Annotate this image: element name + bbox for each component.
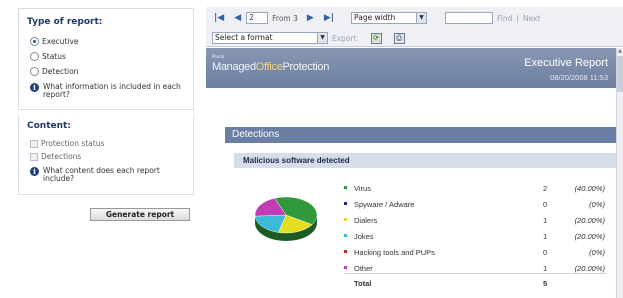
content-help-text[interactable]: What content does each report include?: [43, 167, 170, 183]
radio-button-icon[interactable]: [30, 67, 39, 76]
section-title-detections: Detections: [225, 127, 616, 143]
chevron-down-icon[interactable]: ▼: [317, 33, 327, 43]
export-link[interactable]: Export: [332, 34, 357, 43]
radio-executive-label: Executive: [42, 37, 79, 46]
page-number-input[interactable]: 2: [246, 12, 269, 24]
legend-swatch: [344, 250, 347, 253]
checkbox-icon[interactable]: [30, 139, 38, 148]
legend-count: 1: [543, 264, 548, 273]
legend-label: Jokes: [354, 232, 374, 241]
legend-swatch: [344, 234, 347, 237]
radio-executive[interactable]: Executive: [30, 37, 79, 46]
legend-percent: (0%): [589, 248, 605, 257]
legend-row: Hacking tools and PUPs 0 (0%): [344, 247, 616, 259]
detections-pie-chart: [254, 196, 318, 241]
report-page: Panda ManagedOfficeProtection Executive …: [206, 48, 616, 298]
checkbox-icon[interactable]: [30, 152, 38, 161]
radio-detection-label: Detection: [42, 67, 79, 76]
legend-row: Dialers 1 (20.00%): [344, 215, 616, 227]
total-count: 5: [543, 279, 548, 288]
next-page-icon[interactable]: ▶: [307, 13, 314, 23]
legend-row: Virus 2 (40.00%): [344, 183, 616, 195]
total-label: Total: [354, 279, 372, 288]
find-separator: |: [516, 13, 519, 23]
zoom-select-value: Page width: [354, 13, 396, 22]
zoom-select[interactable]: Page width ▼: [351, 12, 428, 24]
previous-page-icon[interactable]: ◀: [234, 13, 241, 23]
report-viewer: |◀ ◀ 2 From 3 ▶ ▶| Page width ▼ Find | N…: [206, 7, 623, 298]
find-input[interactable]: [445, 12, 494, 24]
find-link[interactable]: Find: [497, 14, 512, 23]
radio-detection[interactable]: Detection: [30, 67, 78, 76]
legend-count: 2: [543, 184, 548, 193]
checkbox-detections-label: Detections: [41, 152, 82, 161]
report-type-heading: Type of report:: [27, 17, 103, 27]
legend-percent: (40.00%): [574, 184, 605, 193]
legend-label: Other: [354, 264, 373, 273]
print-icon[interactable]: ⎙: [393, 32, 405, 44]
radio-button-icon[interactable]: [30, 37, 39, 46]
legend-label: Dialers: [354, 216, 378, 225]
legend-row: Jokes 1 (20.00%): [344, 231, 616, 243]
legend-percent: (20.00%): [574, 232, 605, 241]
checkbox-protection-status[interactable]: Protection status: [30, 139, 104, 148]
legend-percent: (20.00%): [574, 264, 605, 273]
report-scrollbar[interactable]: ▲: [616, 48, 623, 298]
legend-percent: (20.00%): [574, 216, 605, 225]
report-title: Executive Report: [524, 57, 608, 69]
legend-swatch: [344, 266, 347, 269]
scrollbar-thumb[interactable]: [617, 56, 623, 92]
generate-report-button[interactable]: Generate report: [90, 208, 190, 221]
export-format-value: Select a format: [215, 33, 273, 42]
report-type-help-link[interactable]: i What information is included in each r…: [30, 83, 190, 99]
legend-row: Spyware / Adware 0 (0%): [344, 199, 616, 211]
legend-label: Hacking tools and PUPs: [354, 248, 435, 257]
checkbox-protection-status-label: Protection status: [41, 139, 105, 148]
legend-percent: (0%): [589, 200, 605, 209]
legend-count: 0: [543, 248, 548, 257]
subsection-title-malicious-software: Malicious software detected: [234, 153, 616, 168]
refresh-icon[interactable]: ⟳: [370, 32, 382, 44]
legend-label: Virus: [354, 184, 371, 193]
chevron-down-icon[interactable]: ▼: [416, 13, 427, 23]
report-type-help-text[interactable]: What information is included in each rep…: [43, 83, 190, 99]
logo-part-managed: Managed: [212, 61, 256, 73]
legend-swatch: [344, 202, 347, 205]
viewer-toolbar: |◀ ◀ 2 From 3 ▶ ▶| Page width ▼ Find | N…: [206, 7, 623, 47]
legend-count: 0: [543, 200, 548, 209]
first-page-icon[interactable]: |◀: [214, 13, 224, 23]
radio-button-icon[interactable]: [30, 52, 39, 61]
legend-label: Spyware / Adware: [354, 200, 415, 209]
scroll-up-icon[interactable]: ▲: [617, 48, 623, 55]
report-banner: Panda ManagedOfficeProtection Executive …: [206, 48, 616, 88]
export-format-select[interactable]: Select a format ▼: [212, 32, 328, 44]
brand-logo-small: Panda: [212, 54, 225, 59]
info-icon: i: [30, 167, 39, 176]
logo-part-protection: Protection: [282, 61, 330, 73]
checkbox-detections[interactable]: Detections: [30, 152, 81, 161]
content-help-link[interactable]: i What content does each report include?: [30, 167, 170, 183]
find-next-link[interactable]: Next: [523, 14, 540, 23]
radio-status-label: Status: [42, 52, 66, 61]
total-divider: [344, 273, 606, 274]
page-count-label: From 3: [272, 13, 298, 23]
legend-count: 1: [543, 232, 548, 241]
legend-swatch: [344, 186, 347, 189]
report-date: 08/20/2008 11:53: [550, 73, 608, 82]
content-heading: Content:: [27, 121, 71, 131]
logo-part-office: Office: [255, 61, 283, 73]
last-page-icon[interactable]: ▶|: [324, 13, 334, 23]
product-logo: ManagedOfficeProtection: [212, 61, 329, 73]
info-icon: i: [30, 83, 39, 92]
legend-swatch: [344, 218, 347, 221]
report-settings-panel: Type of report: Executive Status Detecti…: [0, 0, 202, 298]
radio-status[interactable]: Status: [30, 52, 66, 61]
legend-count: 1: [543, 216, 548, 225]
total-row: Total 5: [344, 278, 616, 290]
